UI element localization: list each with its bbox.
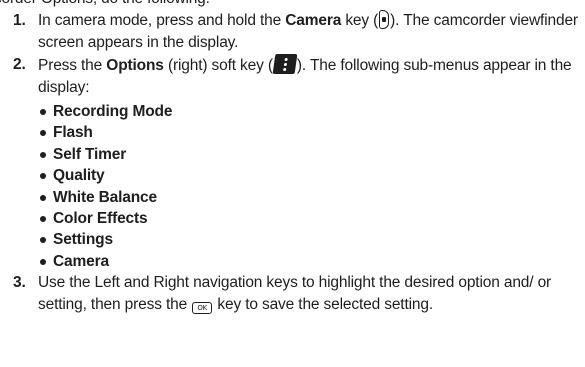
submenu-list: Recording Mode Flash Self Timer Quality … [38,101,579,272]
step-text-part: key to save the selected setting. [213,296,433,314]
list-item: White Balance [38,187,579,208]
header-fragment: corder Options, do the following: [0,0,210,10]
step-3: 3. Use the Left and Right navigation key… [0,272,585,316]
step-number: 1. [13,12,26,29]
step-number: 2. [13,56,26,73]
camera-key-icon [379,10,390,29]
step-text: In camera mode, press and hold the Camer… [38,10,578,51]
options-key-name: Options [106,57,164,74]
step-text-part: In camera mode, press and hold the [38,12,286,29]
step-text-part: (right) soft key ( [163,57,273,74]
step-text-part: Press the [38,57,107,74]
step-2: 2. Press the Options (right) soft key ()… [0,54,585,272]
list-item: Self Timer [38,144,579,165]
camera-key-name: Camera [285,12,342,29]
ok-key-icon: OK [192,302,213,315]
list-item: Flash [38,122,579,143]
step-1: 1. In camera mode, press and hold the Ca… [0,10,585,54]
step-text: Use the Left and Right navigation keys t… [38,274,551,315]
list-item: Settings [38,229,579,250]
list-item: Quality [38,165,579,186]
list-item: Camera [38,251,579,272]
instruction-steps: 1. In camera mode, press and hold the Ca… [0,10,585,316]
list-item: Recording Mode [38,101,579,122]
step-text: Press the Options (right) soft key (). T… [38,54,572,96]
step-text-part: key ( [341,12,379,29]
step-number: 3. [13,274,26,292]
options-soft-key-icon [272,54,298,74]
list-item: Color Effects [38,208,579,229]
